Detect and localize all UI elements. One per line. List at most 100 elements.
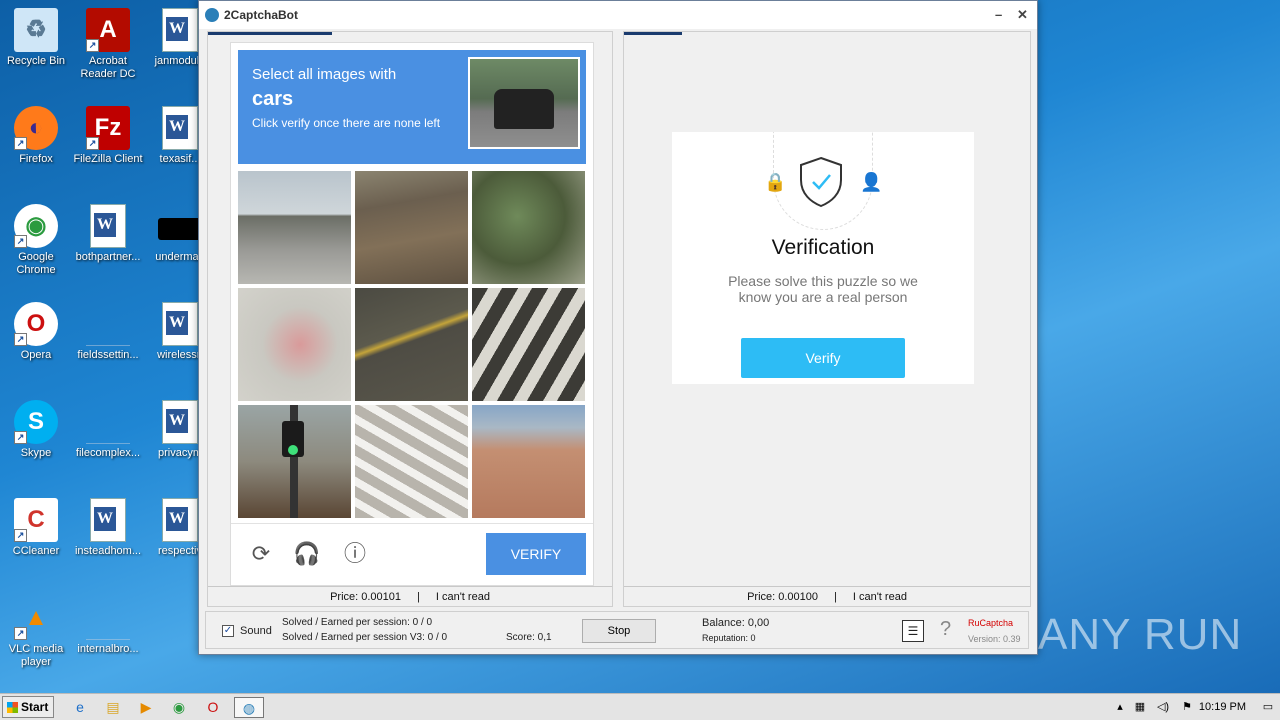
left-cant-read-link[interactable]: I can't read xyxy=(436,591,490,603)
ie-icon[interactable]: e xyxy=(68,697,92,718)
prompt-line: Select all images with xyxy=(252,66,397,83)
blank-file-icon xyxy=(86,400,130,444)
word-doc-icon xyxy=(90,204,126,248)
verification-card: 🔒 👤 Verification Please solve this puzzl… xyxy=(672,132,974,384)
captcha-footer: ⟳ 🎧 ⓘ VERIFY xyxy=(231,523,593,585)
ccleaner-icon: C ↗ xyxy=(14,498,58,542)
image-tile-9[interactable] xyxy=(472,405,585,518)
solved-earned-v3: Solved / Earned per session V3: 0 / 0 xyxy=(282,632,448,643)
opera-taskbar-icon[interactable]: O xyxy=(201,697,225,718)
desktop-icon[interactable]: A ↗ Acrobat Reader DC xyxy=(70,8,146,81)
opera-icon: O ↗ xyxy=(14,302,58,346)
clock[interactable]: 10:19 PM xyxy=(1199,701,1246,713)
hcaptcha-widget: Select all images with cars Click verify… xyxy=(230,42,594,586)
desktop-icon-label: internalbro... xyxy=(77,643,139,655)
left-task-pane: Select all images with cars Click verify… xyxy=(207,31,613,607)
left-price: Price: 0.00101 xyxy=(330,590,401,603)
image-tile-2[interactable] xyxy=(355,171,468,284)
image-tile-3[interactable] xyxy=(472,171,585,284)
captcha-verify-button[interactable]: VERIFY xyxy=(486,533,586,575)
left-progress-bar xyxy=(208,32,332,35)
right-separator: | xyxy=(834,590,837,603)
minimize-button[interactable]: – xyxy=(995,7,1002,22)
prompt-target: cars xyxy=(252,88,294,110)
desktop-icon[interactable]: insteadhom... xyxy=(70,498,146,558)
app-icon xyxy=(205,8,219,22)
show-desktop-icon[interactable]: ▭ xyxy=(1256,697,1280,718)
stop-button[interactable]: Stop xyxy=(582,619,656,643)
blank-file-icon xyxy=(86,302,130,346)
network-icon[interactable]: ▦ xyxy=(1128,697,1152,718)
desktop-icon-label: bothpartner... xyxy=(75,251,141,263)
audio-challenge-icon[interactable]: 🎧 xyxy=(293,540,321,568)
volume-icon[interactable]: ◁) xyxy=(1151,697,1175,718)
left-price-bar: Price: 0.00101 | I can't read xyxy=(208,586,612,606)
service-name: RuCaptcha xyxy=(968,618,1014,628)
desktop-icon-label: Acrobat Reader DC xyxy=(80,55,136,80)
anyrun-watermark: ANY RUN xyxy=(1038,610,1243,659)
word-doc-icon xyxy=(162,106,198,150)
left-separator: | xyxy=(417,590,420,603)
right-progress-bar xyxy=(624,32,682,35)
image-tile-4[interactable] xyxy=(238,288,351,401)
blank-file-icon xyxy=(86,596,130,640)
desktop-icon-label: Opera xyxy=(20,349,52,361)
explorer-icon[interactable]: ▤ xyxy=(101,697,125,718)
shortcut-arrow-icon: ↗ xyxy=(14,627,27,640)
right-price-bar: Price: 0.00100 | I can't read xyxy=(624,586,1030,606)
chrome-taskbar-icon[interactable]: ◉ xyxy=(167,697,191,718)
desktop-icon-label: fieldssettin... xyxy=(77,349,139,361)
desktop-icon[interactable]: ◉ ↗ Google Chrome xyxy=(0,204,74,277)
desktop-icon-label: Firefox xyxy=(19,153,53,165)
version: Version: 0.39 xyxy=(968,634,1021,644)
desktop-icon[interactable]: S ↗ Skype xyxy=(0,400,74,460)
verify-button[interactable]: Verify xyxy=(741,338,905,378)
acrobat-icon: A ↗ xyxy=(86,8,130,52)
shortcut-arrow-icon: ↗ xyxy=(14,529,27,542)
media-player-icon[interactable]: ▶ xyxy=(134,697,158,718)
word-doc-icon xyxy=(162,498,198,542)
black-file-icon xyxy=(158,218,202,240)
person-icon: 👤 xyxy=(860,172,883,192)
desktop-icon[interactable]: bothpartner... xyxy=(70,204,146,264)
taskbar: Start e ▤ ▶ ◉ O ◍ ▴ ▦ ◁) ⚑ 10:19 PM ▭ xyxy=(0,693,1280,720)
desktop-icon[interactable]: fieldssettin... xyxy=(70,302,146,362)
desktop-icon[interactable]: ▲ ↗ VLC media player xyxy=(0,596,74,669)
image-tile-8[interactable] xyxy=(355,405,468,518)
filezilla-icon: Fz ↗ xyxy=(86,106,130,150)
close-button[interactable]: ✕ xyxy=(1017,7,1028,23)
right-price: Price: 0.00100 xyxy=(747,590,818,603)
title-bar[interactable]: 2CaptchaBot – ✕ xyxy=(199,1,1037,29)
start-button[interactable]: Start xyxy=(2,696,54,718)
image-tile-1[interactable] xyxy=(238,171,351,284)
desktop-icon[interactable]: ◐ ↗ Firefox xyxy=(0,106,74,166)
reload-icon[interactable]: ⟳ xyxy=(247,540,275,568)
firefox-icon: ◐ ↗ xyxy=(14,106,58,150)
sound-checkbox[interactable]: ✓ xyxy=(222,625,234,637)
balance: Balance: 0,00 xyxy=(702,617,770,629)
right-task-pane: 🔒 👤 Verification Please solve this puzzl… xyxy=(623,31,1031,607)
desktop-icon-label: Skype xyxy=(20,447,52,459)
settings-sliders-icon[interactable]: ☰ xyxy=(902,620,924,642)
captcha-prompt: Select all images with cars Click verify… xyxy=(238,50,586,164)
desktop-icon[interactable]: ♻ Recycle Bin xyxy=(0,8,74,68)
shortcut-arrow-icon: ↗ xyxy=(14,333,27,346)
image-tile-7[interactable] xyxy=(238,405,351,518)
solved-earned: Solved / Earned per session: 0 / 0 xyxy=(282,617,433,628)
right-cant-read-link[interactable]: I can't read xyxy=(853,591,907,603)
skype-icon: S ↗ xyxy=(14,400,58,444)
desktop-icon-label: Recycle Bin xyxy=(6,55,66,67)
desktop-icon[interactable]: Fz ↗ FileZilla Client xyxy=(70,106,146,166)
desktop-icon[interactable]: C ↗ CCleaner xyxy=(0,498,74,558)
image-tile-5[interactable] xyxy=(355,288,468,401)
image-tile-6[interactable] xyxy=(472,288,585,401)
desktop-icon[interactable]: filecomplex... xyxy=(70,400,146,460)
flag-icon[interactable]: ⚑ xyxy=(1175,697,1199,718)
help-icon[interactable]: ? xyxy=(940,618,951,641)
desktop-icon[interactable]: O ↗ Opera xyxy=(0,302,74,362)
desktop-icon[interactable]: internalbro... xyxy=(70,596,146,656)
info-icon[interactable]: ⓘ xyxy=(341,540,369,568)
shortcut-arrow-icon: ↗ xyxy=(86,39,99,52)
captchabot-taskbar-icon[interactable]: ◍ xyxy=(234,697,264,718)
verification-title: Verification xyxy=(771,236,875,259)
